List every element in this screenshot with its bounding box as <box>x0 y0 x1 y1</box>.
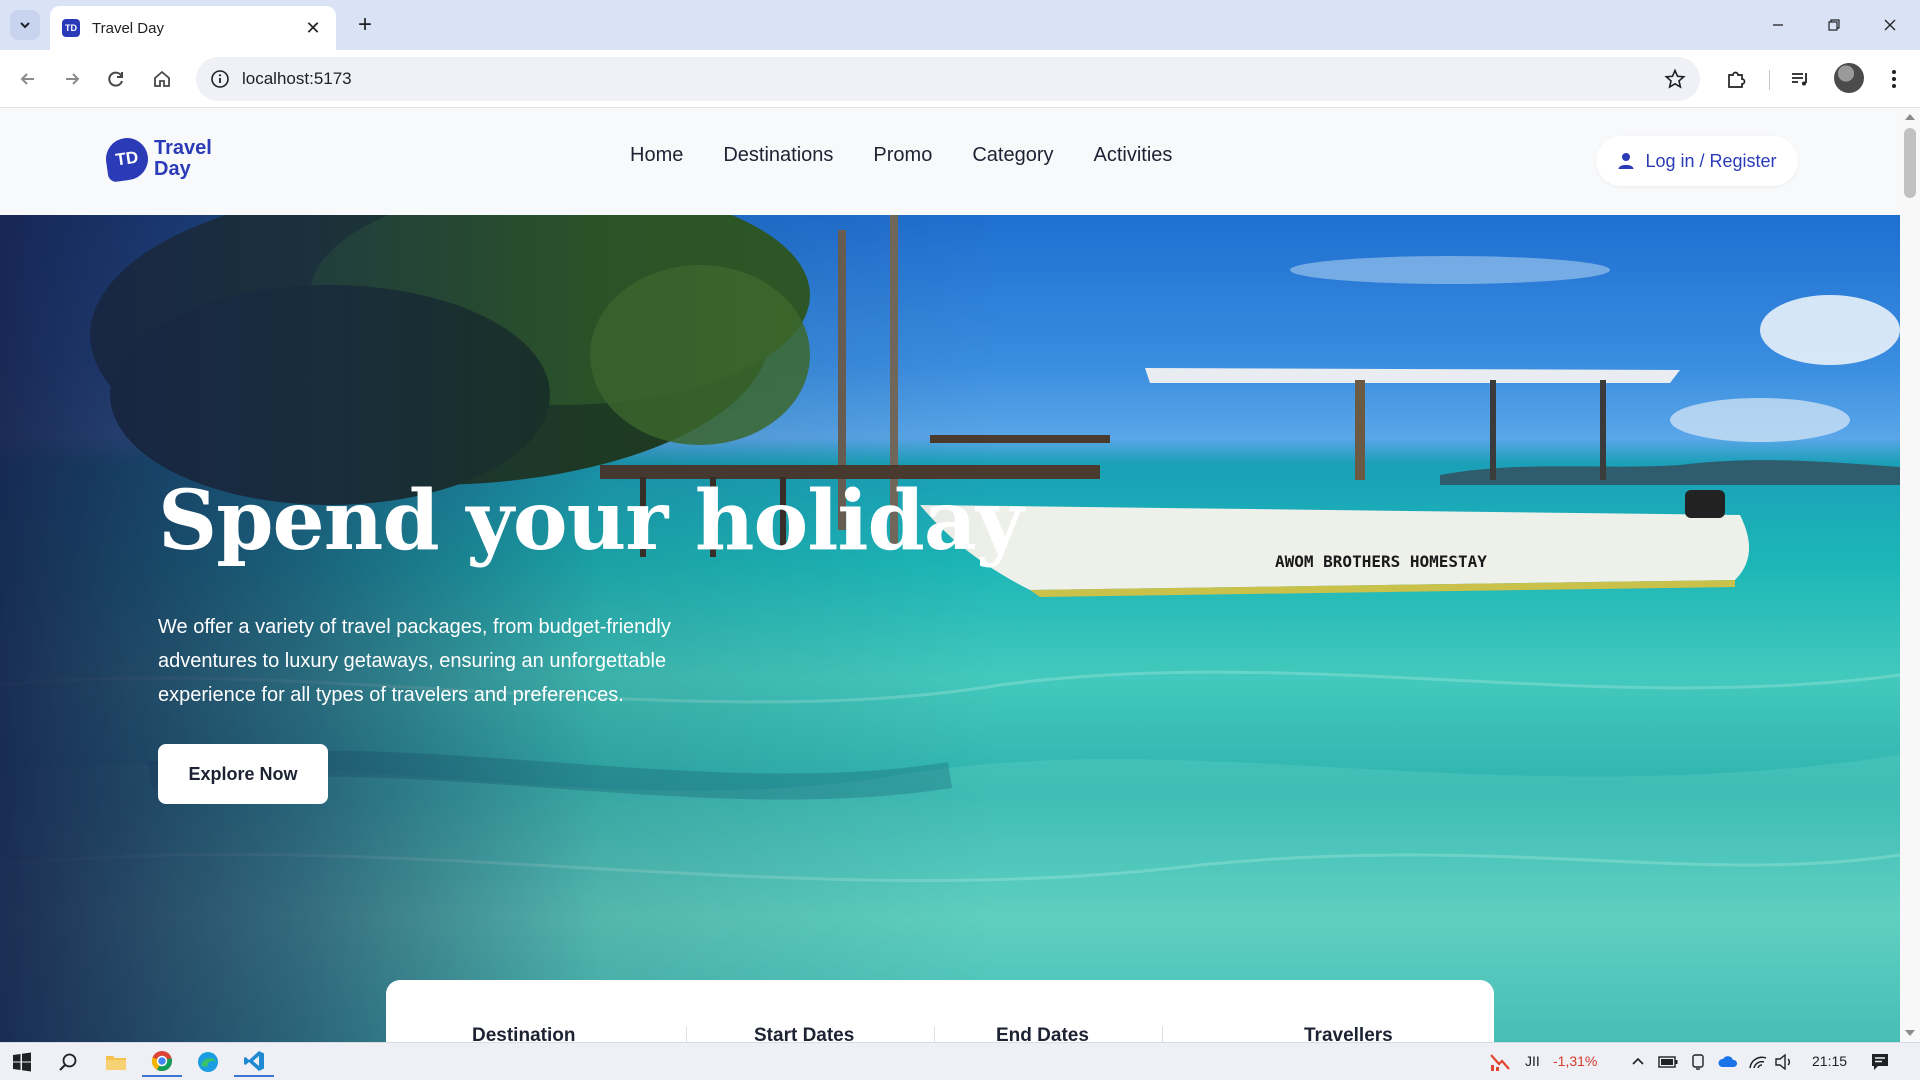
hero-title: Spend your holiday <box>158 473 1024 569</box>
start-dates-field-label[interactable]: Start Dates <box>754 1025 854 1042</box>
more-vertical-icon <box>1892 70 1896 88</box>
login-register-label: Log in / Register <box>1645 150 1777 171</box>
nav-promo[interactable]: Promo <box>873 144 932 167</box>
chevron-up-icon <box>1632 1057 1644 1065</box>
browser-toolbar: localhost:5173 <box>0 50 1920 108</box>
vscode-taskbar-button[interactable] <box>234 1047 274 1077</box>
arrow-left-icon <box>20 73 34 85</box>
nav-destinations[interactable]: Destinations <box>723 144 833 167</box>
reload-icon <box>108 71 123 87</box>
page-scrollbar[interactable] <box>1900 108 1920 1042</box>
edge-taskbar-button[interactable] <box>188 1047 228 1077</box>
browser-tab[interactable]: TD Travel Day ✕ <box>50 6 336 50</box>
restore-icon <box>1828 19 1840 31</box>
svg-text:AWOM BROTHERS HOMESTAY: AWOM BROTHERS HOMESTAY <box>1275 552 1487 571</box>
vscode-icon <box>244 1051 264 1071</box>
windows-logo-icon <box>13 1052 31 1072</box>
main-nav: Home Destinations Promo Category Activit… <box>630 144 1172 167</box>
search-icon <box>59 1053 77 1071</box>
profile-avatar[interactable] <box>1834 63 1864 93</box>
puzzle-icon <box>1728 71 1746 88</box>
edge-icon <box>198 1052 218 1072</box>
explore-now-button[interactable]: Explore Now <box>158 744 328 804</box>
hero-description: We offer a variety of travel packages, f… <box>158 616 671 706</box>
info-icon[interactable] <box>208 67 232 91</box>
file-explorer-button[interactable] <box>96 1047 136 1077</box>
end-dates-field-label[interactable]: End Dates <box>996 1025 1089 1042</box>
new-tab-button[interactable]: + <box>351 11 379 39</box>
arrow-right-icon <box>66 73 80 85</box>
field-divider <box>934 1026 935 1042</box>
page-viewport: TD Travel Day Home Destinations Promo Ca… <box>0 108 1900 1042</box>
volume-icon[interactable] <box>1764 1047 1804 1077</box>
stock-down-icon <box>1490 1054 1510 1071</box>
travellers-field-label[interactable]: Travellers <box>1304 1025 1393 1042</box>
notification-icon <box>1872 1054 1888 1070</box>
star-icon[interactable] <box>1662 66 1688 92</box>
scroll-up-icon[interactable] <box>1905 114 1915 120</box>
toolbar-separator <box>1769 70 1770 90</box>
windows-taskbar: JII -1,31% 21:15 <box>0 1042 1920 1080</box>
destination-field-label[interactable]: Destination <box>472 1025 575 1042</box>
nav-activities[interactable]: Activities <box>1093 144 1172 167</box>
chrome-icon <box>151 1051 172 1072</box>
stock-change: -1,31% <box>1553 1053 1598 1069</box>
folder-icon <box>106 1056 126 1070</box>
logo-mark: TD <box>103 135 151 183</box>
nav-home[interactable]: Home <box>630 144 683 167</box>
close-icon <box>1884 19 1896 31</box>
minimize-icon <box>1773 24 1783 26</box>
notifications-button[interactable] <box>1860 1047 1900 1077</box>
tab-search-button[interactable] <box>10 10 40 40</box>
reload-button[interactable] <box>98 61 134 97</box>
start-button[interactable] <box>2 1047 42 1077</box>
close-icon[interactable]: ✕ <box>302 17 324 39</box>
site-logo[interactable]: TD Travel Day <box>103 135 218 183</box>
user-icon <box>1618 153 1634 169</box>
playlist-icon <box>1792 73 1807 86</box>
stock-ticker-icon: JII <box>1525 1053 1540 1069</box>
tab-title: Travel Day <box>92 19 164 37</box>
clock[interactable]: 21:15 <box>1812 1053 1847 1069</box>
scroll-down-icon[interactable] <box>1905 1030 1915 1036</box>
search-card: Destination Start Dates End Dates Travel… <box>386 980 1494 1042</box>
field-divider <box>686 1026 687 1042</box>
restore-button[interactable] <box>1806 0 1862 50</box>
url-text: localhost:5173 <box>242 69 352 88</box>
chevron-down-icon <box>20 22 30 29</box>
home-button[interactable] <box>144 61 180 97</box>
chrome-taskbar-button[interactable] <box>142 1047 182 1077</box>
scroll-thumb[interactable] <box>1904 128 1916 198</box>
home-icon <box>154 70 170 87</box>
logo-text: Travel Day <box>154 137 212 180</box>
field-divider <box>1162 1026 1163 1042</box>
login-register-button[interactable]: Log in / Register <box>1596 136 1798 186</box>
site-header: TD Travel Day Home Destinations Promo Ca… <box>0 108 1900 215</box>
hero-section: AWOM BROTHERS HOMESTAY Spend your holida… <box>0 215 1900 1042</box>
media-control-button[interactable] <box>1782 61 1818 97</box>
travel-day-favicon-icon: TD <box>62 19 80 37</box>
browser-menu-button[interactable] <box>1876 61 1912 97</box>
stock-widget-icon[interactable] <box>1480 1047 1520 1077</box>
extensions-button[interactable] <box>1718 61 1754 97</box>
close-window-button[interactable] <box>1862 0 1918 50</box>
nav-category[interactable]: Category <box>972 144 1053 167</box>
browser-tab-bar: TD Travel Day ✕ + <box>0 0 1920 50</box>
forward-button[interactable] <box>54 61 90 97</box>
minimize-button[interactable] <box>1750 0 1806 50</box>
taskbar-search-button[interactable] <box>48 1047 88 1077</box>
back-button[interactable] <box>10 61 46 97</box>
address-bar[interactable]: localhost:5173 <box>196 57 1700 101</box>
